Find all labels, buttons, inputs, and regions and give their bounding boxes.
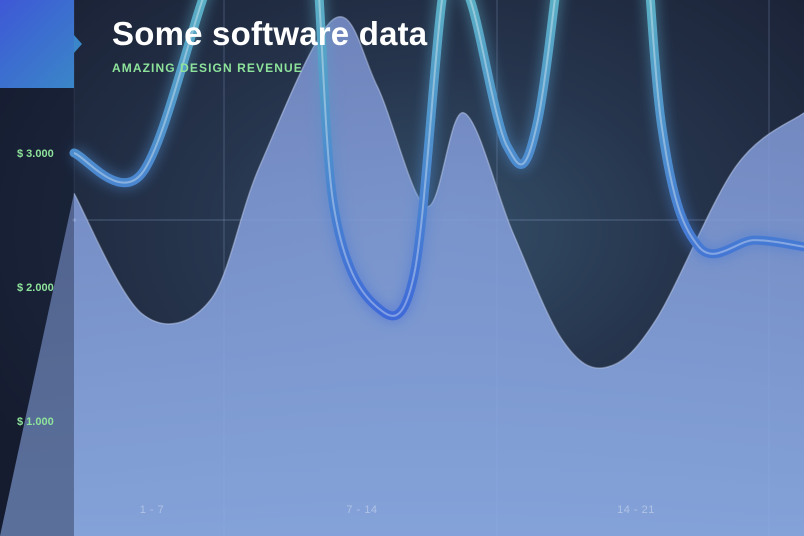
- y-tick-label: $ 3.000: [17, 148, 54, 160]
- x-category-label: 1 - 7: [140, 504, 165, 516]
- area-series: [0, 16, 804, 536]
- chart-subtitle: AMAZING DESIGN REVENUE: [112, 61, 303, 75]
- chart-canvas: $ 1.000$ 2.000$ 3.000$ 4.000$ 5.000$ 6.0…: [0, 0, 804, 536]
- header-badge: [0, 0, 74, 88]
- badge-arrow-icon: [74, 35, 82, 53]
- x-category-label: 14 - 21: [617, 504, 655, 516]
- revenue-chart: $ 1.000$ 2.000$ 3.000$ 4.000$ 5.000$ 6.0…: [0, 0, 804, 536]
- x-category-label: 7 - 14: [346, 504, 377, 516]
- y-tick-label: $ 2.000: [17, 282, 54, 294]
- chart-title: Some software data: [112, 15, 428, 52]
- y-tick-label: $ 1.000: [17, 416, 54, 428]
